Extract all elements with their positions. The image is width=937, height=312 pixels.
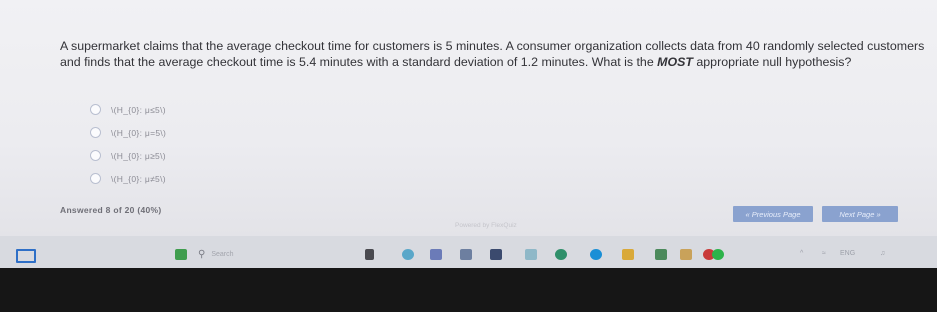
volume-icon[interactable]: ♫ [880, 250, 885, 257]
app-icon[interactable] [430, 249, 442, 260]
app-icon[interactable] [655, 249, 667, 260]
mail-icon[interactable] [680, 249, 692, 260]
chrome-icon[interactable] [590, 249, 602, 260]
option-4[interactable]: \(H_{0}: μ≠5\) [90, 169, 166, 188]
option-label: \(H_{0}: μ≤5\) [111, 104, 166, 115]
radio-button[interactable] [90, 173, 101, 184]
widgets-icon[interactable] [175, 249, 187, 260]
option-label: \(H_{0}: μ≥5\) [111, 150, 166, 161]
answer-options: \(H_{0}: μ≤5\) \(H_{0}: μ=5\) \(H_{0}: μ… [90, 100, 166, 192]
store-icon[interactable] [622, 249, 634, 260]
next-page-button[interactable]: Next Page » [822, 206, 898, 222]
app-icon[interactable] [460, 249, 472, 260]
option-1[interactable]: \(H_{0}: μ≤5\) [90, 100, 166, 119]
progress-text: Answered 8 of 20 (40%) [60, 205, 162, 215]
app-icon[interactable] [525, 249, 537, 260]
app-icon[interactable] [402, 249, 414, 260]
file-explorer-icon[interactable] [365, 249, 374, 260]
powered-by: Powered by FlexQuiz [455, 222, 517, 229]
tray-lang[interactable]: ENG [840, 250, 855, 257]
browser-icon[interactable] [555, 249, 567, 260]
search-icon: ⚲ [198, 248, 206, 260]
taskbar: ⚲ Search ENG ^ ≈ ♫ [0, 236, 937, 268]
windows-start-icon[interactable] [16, 249, 36, 263]
search-box[interactable]: ⚲ Search [198, 246, 318, 262]
radio-button[interactable] [90, 127, 101, 138]
search-placeholder: Search [211, 250, 234, 258]
option-label: \(H_{0}: μ=5\) [111, 127, 167, 138]
option-label: \(H_{0}: μ≠5\) [111, 173, 166, 184]
radio-button[interactable] [90, 104, 101, 115]
option-3[interactable]: \(H_{0}: μ≥5\) [90, 146, 166, 165]
question-emphasis: MOST [657, 55, 693, 69]
option-2[interactable]: \(H_{0}: μ=5\) [90, 123, 166, 142]
tray-chevron-icon[interactable]: ^ [800, 250, 803, 257]
quiz-page: A supermarket claims that the average ch… [0, 0, 937, 236]
wifi-icon[interactable]: ≈ [822, 250, 826, 257]
edge-icon[interactable] [712, 249, 724, 260]
radio-button[interactable] [90, 150, 101, 161]
app-icon[interactable] [490, 249, 502, 260]
previous-page-button[interactable]: « Previous Page [733, 206, 813, 222]
question-text: A supermarket claims that the average ch… [60, 39, 925, 69]
